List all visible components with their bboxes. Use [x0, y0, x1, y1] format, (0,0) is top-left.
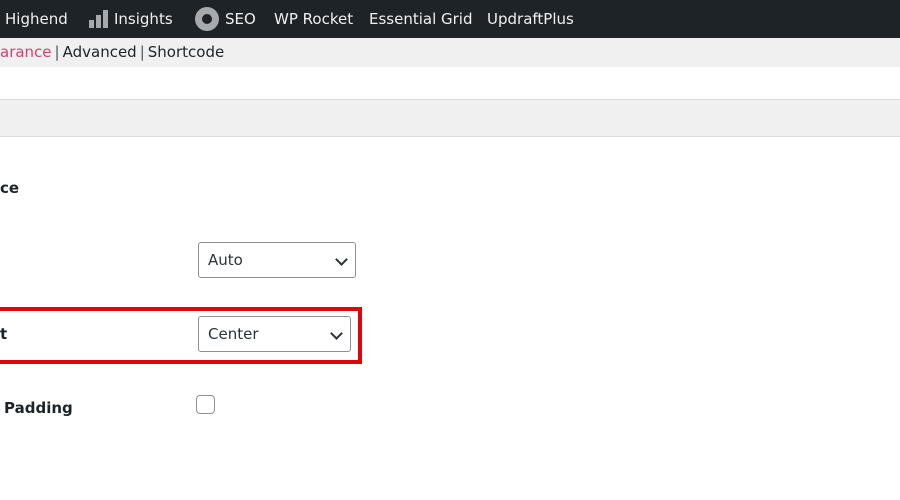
subnav-advanced[interactable]: Advanced	[63, 43, 137, 61]
bar-chart-icon	[89, 10, 108, 28]
padding-checkbox[interactable]	[196, 395, 215, 414]
admin-bar-updraftplus[interactable]: UpdraftPlus	[487, 0, 574, 38]
admin-bar-wp-rocket[interactable]: WP Rocket	[274, 0, 353, 38]
padding-label: Padding	[4, 399, 73, 417]
chevron-down-icon	[335, 253, 348, 266]
admin-bar-highend[interactable]: Highend	[5, 0, 68, 38]
admin-bar-label: Highend	[5, 10, 68, 28]
section-title: ce	[0, 179, 20, 197]
subnav-separator: |	[139, 43, 145, 61]
subnav-shortcode[interactable]: Shortcode	[148, 43, 224, 61]
section-header-band	[0, 99, 900, 137]
alignment-label: t	[0, 325, 8, 343]
admin-bar-seo[interactable]: SEO	[195, 0, 256, 38]
subnav-appearance[interactable]: arance	[0, 43, 52, 61]
admin-bar-label: WP Rocket	[274, 10, 354, 28]
admin-bar-label: Essential Grid	[369, 10, 473, 28]
settings-subnav: arance | Advanced | Shortcode	[0, 38, 900, 67]
admin-bar-insights[interactable]: Insights	[89, 0, 173, 38]
seo-gear-icon	[195, 7, 219, 31]
alignment-select[interactable]: Center	[198, 316, 351, 352]
admin-bar-label: UpdraftPlus	[487, 10, 574, 28]
admin-bar-label: Insights	[114, 10, 173, 28]
select-value: Auto	[208, 251, 243, 269]
admin-bar-essential-grid[interactable]: Essential Grid	[369, 0, 473, 38]
auto-select[interactable]: Auto	[198, 242, 356, 278]
admin-bar: Highend Insights SEO WP Rocket Essential…	[0, 0, 900, 38]
subnav-separator: |	[54, 43, 60, 61]
admin-bar-label: SEO	[225, 10, 256, 28]
chevron-down-icon	[330, 327, 343, 340]
select-value: Center	[208, 325, 259, 343]
